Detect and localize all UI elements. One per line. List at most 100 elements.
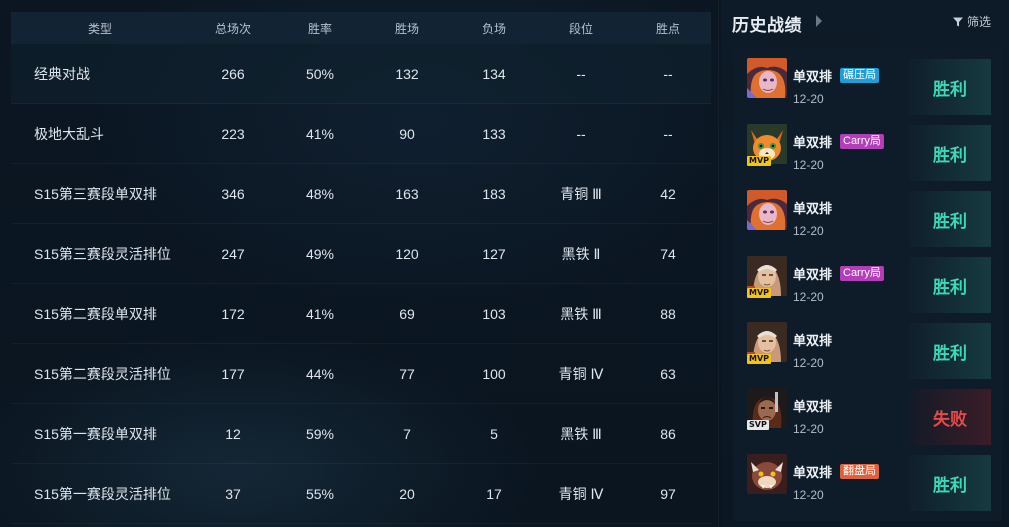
cell-winrate: 50% xyxy=(305,65,335,82)
filter-label: 筛选 xyxy=(966,15,991,29)
table-row[interactable]: S15第二赛段灵活排位 177 44% 77 100 青铜 Ⅳ 63 xyxy=(11,344,711,404)
cell-wins: 163 xyxy=(395,185,419,202)
cell-lp: 88 xyxy=(660,305,676,322)
cell-losses: 134 xyxy=(482,65,506,82)
mvp-badge: MVP xyxy=(747,156,772,166)
filter-funnel-icon xyxy=(952,17,963,26)
cell-total: 172 xyxy=(221,305,245,322)
table-row[interactable]: S15第一赛段灵活排位 37 55% 20 17 青铜 Ⅳ 97 xyxy=(11,464,711,524)
match-tag: Carry局 xyxy=(840,266,884,281)
cell-wins: 132 xyxy=(395,65,419,82)
result-win: 胜利 xyxy=(909,257,991,313)
column-header-losses: 负场 xyxy=(481,21,506,36)
match-date: 12-20 xyxy=(793,158,824,172)
match-card[interactable]: SVP 单双排 12-20 失败 xyxy=(733,379,1002,445)
cell-rank: 青铜 Ⅳ xyxy=(558,485,604,502)
match-tag: Carry局 xyxy=(840,134,884,149)
cell-total: 37 xyxy=(225,485,241,502)
champion-portrait-red-hair-icon xyxy=(747,58,787,98)
cell-lp: 97 xyxy=(660,485,676,502)
cell-type: S15第三赛段单双排 xyxy=(34,185,157,202)
cell-type: 极地大乱斗 xyxy=(34,125,104,142)
champion-portrait-red-hair-icon xyxy=(747,190,787,230)
match-mode: 单双排 xyxy=(793,399,833,414)
match-mode: 单双排 xyxy=(793,333,833,348)
table-row[interactable]: 极地大乱斗 223 41% 90 133 -- -- xyxy=(11,104,711,164)
match-mode: 单双排 xyxy=(793,69,833,84)
match-date: 12-20 xyxy=(793,488,824,502)
table-row[interactable]: 经典对战 266 50% 132 134 -- -- xyxy=(11,44,711,104)
cell-winrate: 48% xyxy=(305,185,335,202)
panel-divider xyxy=(718,0,719,527)
match-card[interactable]: MVP 单双排 Carry局 12-20 胜利 xyxy=(733,247,1002,313)
match-tag: 翻盘局 xyxy=(840,464,879,479)
result-loss: 失败 xyxy=(909,389,991,445)
match-card[interactable]: MVP 单双排 Carry局 12-20 胜利 xyxy=(733,115,1002,181)
cell-type: S15第二赛段单双排 xyxy=(34,305,157,322)
cell-wins: 20 xyxy=(399,485,415,502)
cell-losses: 5 xyxy=(490,425,498,442)
match-card[interactable]: 单双排 翻盘局 12-20 胜利 xyxy=(733,445,1002,511)
match-date: 12-20 xyxy=(793,356,824,370)
match-card[interactable]: MVP 单双排 12-20 胜利 xyxy=(733,313,1002,379)
match-card[interactable]: 单双排 碾压局 12-20 胜利 xyxy=(733,49,1002,115)
cell-rank: 青铜 Ⅳ xyxy=(558,365,604,382)
result-win: 胜利 xyxy=(909,191,991,247)
cell-rank: 黑铁 Ⅲ xyxy=(560,425,602,442)
column-header-total: 总场次 xyxy=(214,21,251,36)
mvp-badge: MVP xyxy=(747,354,772,364)
cell-total: 223 xyxy=(221,125,245,142)
cell-total: 346 xyxy=(221,185,245,202)
cell-winrate: 44% xyxy=(305,365,335,382)
result-win: 胜利 xyxy=(909,125,991,181)
column-header-rank: 段位 xyxy=(568,21,593,36)
cell-lp: 74 xyxy=(660,245,676,262)
champion-avatar[interactable] xyxy=(747,58,787,98)
cell-total: 12 xyxy=(225,425,241,442)
chevron-right-icon[interactable] xyxy=(816,15,822,27)
cell-rank: -- xyxy=(576,65,586,82)
table-row[interactable]: S15第二赛段单双排 172 41% 69 103 黑铁 Ⅲ 88 xyxy=(11,284,711,344)
champion-avatar[interactable] xyxy=(747,190,787,230)
cell-losses: 17 xyxy=(486,485,502,502)
cell-winrate: 55% xyxy=(305,485,335,502)
cell-winrate: 41% xyxy=(305,125,335,142)
cell-losses: 133 xyxy=(482,125,506,142)
match-list: 单双排 碾压局 12-20 胜利 MVP 单双排 Carry局 12-20 胜利 单双排 12-20… xyxy=(733,49,1002,521)
cell-total: 177 xyxy=(221,365,245,382)
cell-losses: 183 xyxy=(482,185,506,202)
table-row[interactable]: S15第三赛段灵活排位 247 49% 120 127 黑铁 Ⅱ 74 xyxy=(11,224,711,284)
match-card[interactable]: 单双排 12-20 胜利 xyxy=(733,181,1002,247)
cell-type: 经典对战 xyxy=(34,65,90,82)
match-date: 12-20 xyxy=(793,224,824,238)
cell-wins: 69 xyxy=(399,305,415,322)
cell-winrate: 59% xyxy=(305,425,335,442)
cell-winrate: 49% xyxy=(305,245,335,262)
match-tag: 碾压局 xyxy=(840,68,879,83)
svp-badge: SVP xyxy=(747,420,769,430)
cell-lp: 63 xyxy=(660,365,676,382)
cell-rank: 黑铁 Ⅱ xyxy=(561,245,601,262)
cell-type: S15第一赛段单双排 xyxy=(34,425,157,442)
cell-losses: 127 xyxy=(482,245,506,262)
history-title: 历史战绩 xyxy=(732,16,802,35)
table-row[interactable]: S15第三赛段单双排 346 48% 163 183 青铜 Ⅲ 42 xyxy=(11,164,711,224)
cell-losses: 103 xyxy=(482,305,506,322)
filter-button[interactable]: 筛选 xyxy=(952,13,991,30)
cell-type: S15第三赛段灵活排位 xyxy=(34,245,171,262)
column-header-type: 类型 xyxy=(87,21,112,36)
cell-rank: 黑铁 Ⅲ xyxy=(560,305,602,322)
column-header-wins: 胜场 xyxy=(394,21,419,36)
cell-wins: 7 xyxy=(403,425,411,442)
table-body: 经典对战 266 50% 132 134 -- -- 极地大乱斗 223 41% 90 133 -- --… xyxy=(11,44,711,524)
match-mode: 单双排 xyxy=(793,267,833,282)
history-header: 历史战绩 筛选 xyxy=(721,0,1009,46)
column-header-winrate: 胜率 xyxy=(307,21,332,36)
champion-avatar[interactable] xyxy=(747,454,787,494)
cell-lp: 86 xyxy=(660,425,676,442)
cell-lp: -- xyxy=(663,65,673,82)
match-history-panel: 历史战绩 筛选 单双排 碾压局 12-20 胜利 MVP 单双排 Carry局 12-20 胜利… xyxy=(721,0,1009,527)
table-row[interactable]: S15第一赛段单双排 12 59% 7 5 黑铁 Ⅲ 86 xyxy=(11,404,711,464)
result-win: 胜利 xyxy=(909,59,991,115)
cell-total: 266 xyxy=(221,65,245,82)
